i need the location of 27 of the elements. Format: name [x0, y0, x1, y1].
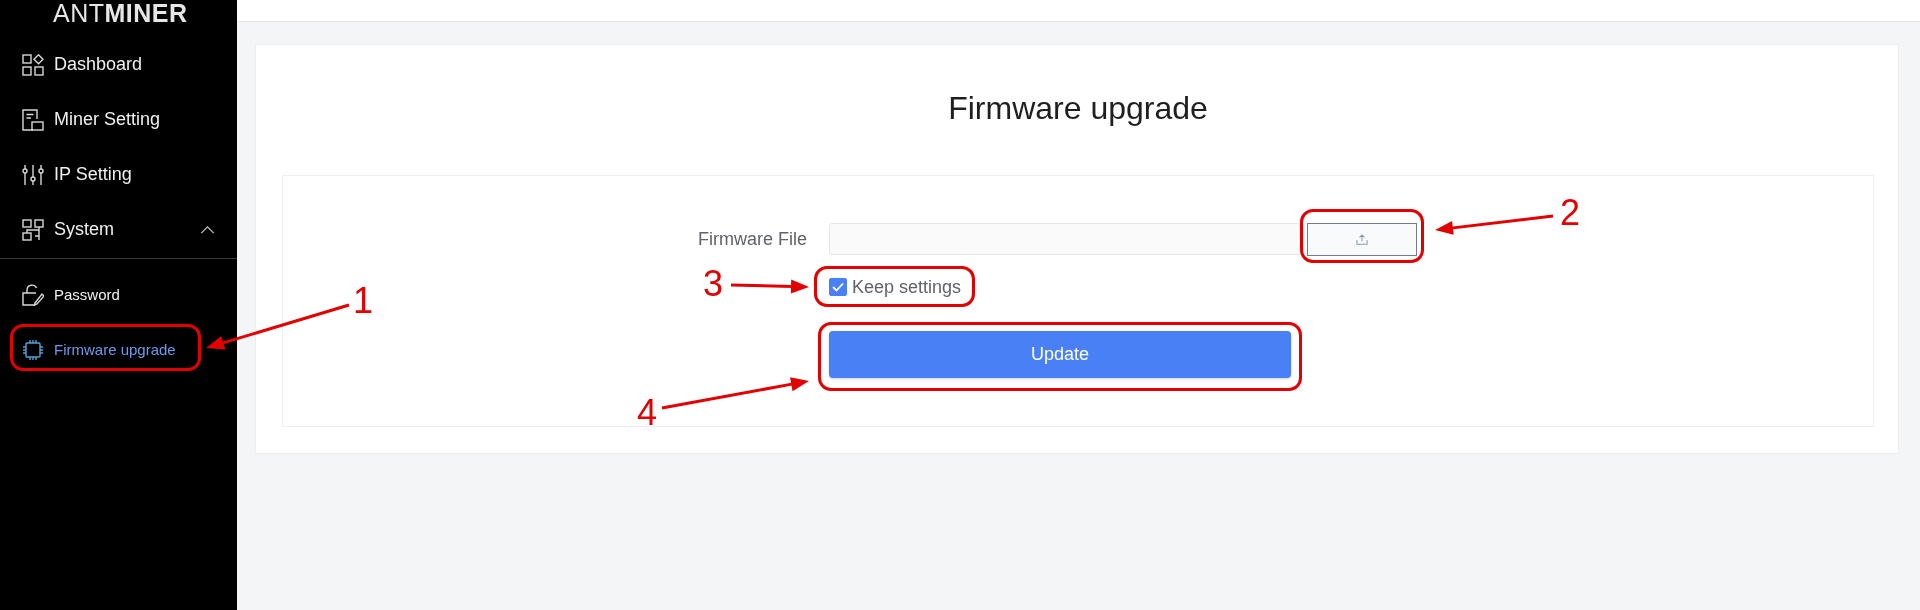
checkbox-label: Keep settings — [852, 276, 962, 298]
sidebar-item[interactable]: System — [0, 202, 237, 257]
sliders-icon — [22, 163, 44, 186]
logo-text: ANTMINER — [52, 0, 189, 29]
sidebar-item[interactable]: Password — [0, 267, 237, 322]
sidebar-item[interactable]: IP Setting — [0, 147, 237, 202]
field-label: Firmware File — [698, 228, 807, 250]
page-title: Firmware upgrade — [947, 89, 1209, 128]
document-icon — [22, 108, 44, 131]
sidebar-item[interactable]: Dashboard — [0, 37, 237, 92]
lock-edit-icon — [22, 283, 44, 306]
annotation-number: 1 — [353, 283, 374, 319]
upload-icon — [1356, 234, 1368, 245]
chip-icon — [22, 338, 44, 361]
network-icon — [22, 218, 44, 241]
grid-icon — [22, 53, 44, 76]
sidebar-item[interactable]: Firmware upgrade — [0, 322, 237, 377]
annotation-number: 2 — [1560, 195, 1581, 231]
upload-button[interactable] — [1307, 223, 1417, 256]
check-icon — [832, 282, 844, 292]
checkbox[interactable] — [829, 278, 847, 296]
sidebar-item[interactable]: Miner Setting — [0, 92, 237, 147]
annotation-number: 4 — [637, 395, 658, 431]
update-button[interactable]: Update — [829, 331, 1291, 378]
chevron-icon — [200, 225, 215, 234]
annotation-number: 3 — [703, 266, 724, 302]
file-input-field[interactable] — [829, 223, 1304, 255]
